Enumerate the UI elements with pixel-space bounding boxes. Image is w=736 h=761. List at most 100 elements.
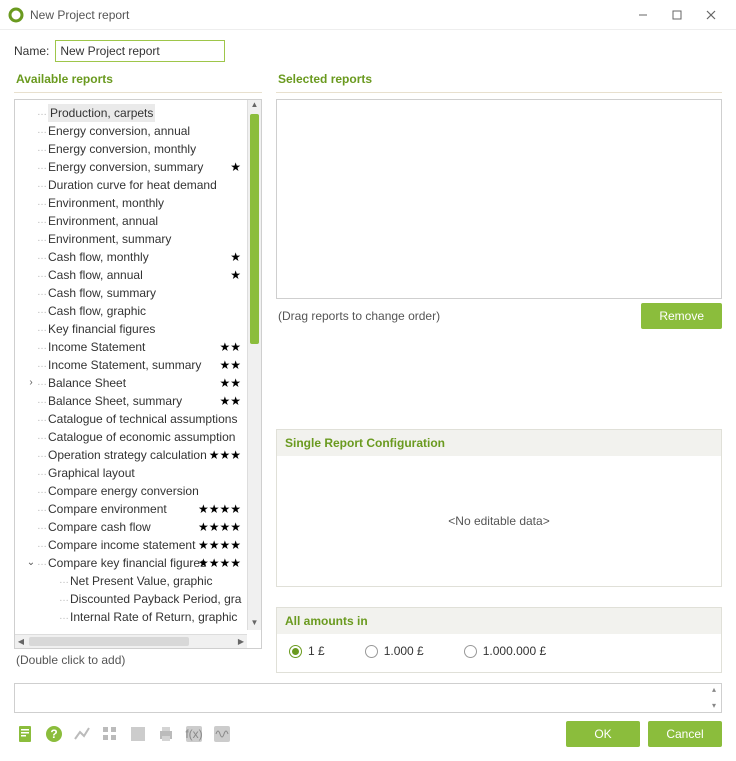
chevron-right-icon[interactable]: › bbox=[25, 374, 37, 392]
tree-item[interactable]: …Catalogue of economic assumption bbox=[19, 428, 243, 446]
tree-item-label: Energy conversion, monthly bbox=[48, 140, 196, 158]
name-input[interactable] bbox=[55, 40, 225, 62]
cancel-button[interactable]: Cancel bbox=[648, 721, 722, 747]
amount-radio[interactable]: 1.000.000 £ bbox=[464, 644, 546, 658]
tree-dots: … bbox=[37, 212, 46, 230]
tree-item[interactable]: ›…Balance Sheet ★★ bbox=[19, 374, 243, 392]
tree-item[interactable]: …Compare environment★★★★ bbox=[19, 500, 243, 518]
chevron-down-icon[interactable]: ⌄ bbox=[25, 554, 37, 572]
tree-item[interactable]: …Environment, annual bbox=[19, 212, 243, 230]
spinner-down-icon[interactable]: ▾ bbox=[709, 702, 719, 710]
tree-item-label: Balance Sheet, summary bbox=[48, 392, 182, 410]
tree-item[interactable]: …Compare cash flow★★★★ bbox=[19, 518, 243, 536]
tree-item[interactable]: …Cash flow, annual★ bbox=[19, 266, 243, 284]
tree-item[interactable]: …Discounted Payback Period, gra bbox=[19, 590, 243, 608]
tree-item-label: Environment, summary bbox=[48, 230, 171, 248]
available-reports-tree[interactable]: …Production, carpets…Energy conversion, … bbox=[14, 99, 262, 649]
scroll-thumb-h[interactable] bbox=[29, 637, 189, 646]
box-icon[interactable] bbox=[126, 722, 150, 746]
scroll-down-icon[interactable]: ▼ bbox=[248, 618, 261, 630]
tree-dots: … bbox=[37, 176, 46, 194]
tree-item[interactable]: …Compare energy conversion bbox=[19, 482, 243, 500]
vertical-scrollbar[interactable]: ▲ ▼ bbox=[247, 100, 261, 630]
tree-item[interactable]: …Compare income statement★★★★ bbox=[19, 536, 243, 554]
scroll-thumb[interactable] bbox=[250, 114, 259, 344]
tree-item[interactable]: …Net Present Value, graphic bbox=[19, 572, 243, 590]
tree-item-label: Key financial figures bbox=[48, 320, 155, 338]
ok-button[interactable]: OK bbox=[566, 721, 640, 747]
amount-radio[interactable]: 1 £ bbox=[289, 644, 325, 658]
tree-item-label: Discounted Payback Period, gra bbox=[70, 590, 241, 608]
tree-item[interactable]: …Energy conversion, annual bbox=[19, 122, 243, 140]
tree-dots: … bbox=[37, 464, 46, 482]
tree-dots: … bbox=[37, 374, 46, 392]
minimize-button[interactable] bbox=[626, 3, 660, 27]
tree-item[interactable]: …Internal Rate of Return, graphic bbox=[19, 608, 243, 626]
amount-radio[interactable]: 1.000 £ bbox=[365, 644, 424, 658]
star-icon: ★★★★ bbox=[198, 536, 241, 554]
tree-item[interactable]: …Environment, summary bbox=[19, 230, 243, 248]
name-label: Name: bbox=[14, 44, 49, 58]
tree-item-label: Cash flow, summary bbox=[48, 284, 156, 302]
selected-reports-list[interactable] bbox=[276, 99, 722, 299]
signal-icon[interactable] bbox=[210, 722, 234, 746]
tree-item[interactable]: …Income Statement★★ bbox=[19, 338, 243, 356]
single-report-config-title: Single Report Configuration bbox=[276, 429, 722, 456]
chart-icon[interactable] bbox=[70, 722, 94, 746]
tree-item[interactable]: …Energy conversion, summary★ bbox=[19, 158, 243, 176]
tree-item-label: Compare key financial figures bbox=[48, 554, 206, 572]
tree-item[interactable]: …Balance Sheet, summary★★ bbox=[19, 392, 243, 410]
tree-item-label: Income Statement bbox=[48, 338, 145, 356]
help-icon[interactable]: ? bbox=[42, 722, 66, 746]
star-icon: ★ bbox=[230, 248, 241, 266]
tree-item-label: Income Statement, summary bbox=[48, 356, 201, 374]
no-editable-data-label: <No editable data> bbox=[277, 456, 721, 586]
tree-item[interactable]: …Environment, monthly bbox=[19, 194, 243, 212]
tree-item[interactable]: …Operation strategy calculation★★★ bbox=[19, 446, 243, 464]
tree-item[interactable]: …Catalogue of technical assumptions bbox=[19, 410, 243, 428]
tree-item[interactable]: …Cash flow, graphic bbox=[19, 302, 243, 320]
tree-item-label: Duration curve for heat demand bbox=[48, 176, 217, 194]
star-icon: ★ bbox=[230, 266, 241, 284]
horizontal-scrollbar[interactable]: ◀ ▶ bbox=[15, 634, 247, 648]
tree-item[interactable]: …Energy conversion, monthly bbox=[19, 140, 243, 158]
title-bar: New Project report bbox=[0, 0, 736, 30]
tree-dots: … bbox=[37, 410, 46, 428]
tree-item-label: Cash flow, monthly bbox=[48, 248, 149, 266]
tree-dots: … bbox=[37, 266, 46, 284]
radio-label: 1.000.000 £ bbox=[483, 644, 546, 658]
tree-dots: … bbox=[37, 122, 46, 140]
spinner-up-icon[interactable]: ▴ bbox=[709, 686, 719, 694]
print-icon[interactable] bbox=[154, 722, 178, 746]
tree-item[interactable]: …Key financial figures bbox=[19, 320, 243, 338]
tree-dots: … bbox=[37, 446, 46, 464]
app-icon bbox=[8, 7, 24, 23]
tree-item[interactable]: …Income Statement, summary★★ bbox=[19, 356, 243, 374]
tree-item-label: Balance Sheet bbox=[48, 374, 126, 392]
maximize-button[interactable] bbox=[660, 3, 694, 27]
remove-button[interactable]: Remove bbox=[641, 303, 722, 329]
close-button[interactable] bbox=[694, 3, 728, 27]
radio-label: 1.000 £ bbox=[384, 644, 424, 658]
scroll-up-icon[interactable]: ▲ bbox=[248, 100, 261, 112]
tree-item[interactable]: …Duration curve for heat demand bbox=[19, 176, 243, 194]
tree-item-label: Energy conversion, summary bbox=[48, 158, 203, 176]
radio-icon bbox=[464, 645, 477, 658]
tree-item[interactable]: …Production, carpets bbox=[19, 104, 243, 122]
function-icon[interactable]: f(x) bbox=[182, 722, 206, 746]
tree-item-label: Internal Rate of Return, graphic bbox=[70, 608, 237, 626]
grid-icon[interactable] bbox=[98, 722, 122, 746]
scroll-right-icon[interactable]: ▶ bbox=[235, 635, 247, 648]
export-icon[interactable] bbox=[14, 722, 38, 746]
tree-item[interactable]: ⌄…Compare key financial figures★★★★ bbox=[19, 554, 243, 572]
tree-item[interactable]: …Graphical layout bbox=[19, 464, 243, 482]
scroll-left-icon[interactable]: ◀ bbox=[15, 635, 27, 648]
tree-item-label: Environment, monthly bbox=[48, 194, 164, 212]
tree-item-label: Compare environment bbox=[48, 500, 167, 518]
tree-dots: … bbox=[37, 500, 46, 518]
tree-item[interactable]: …Cash flow, summary bbox=[19, 284, 243, 302]
tree-item[interactable]: …Cash flow, monthly★ bbox=[19, 248, 243, 266]
star-icon: ★ bbox=[230, 158, 241, 176]
svg-text:f(x): f(x) bbox=[185, 727, 202, 741]
star-icon: ★★ bbox=[219, 374, 241, 392]
